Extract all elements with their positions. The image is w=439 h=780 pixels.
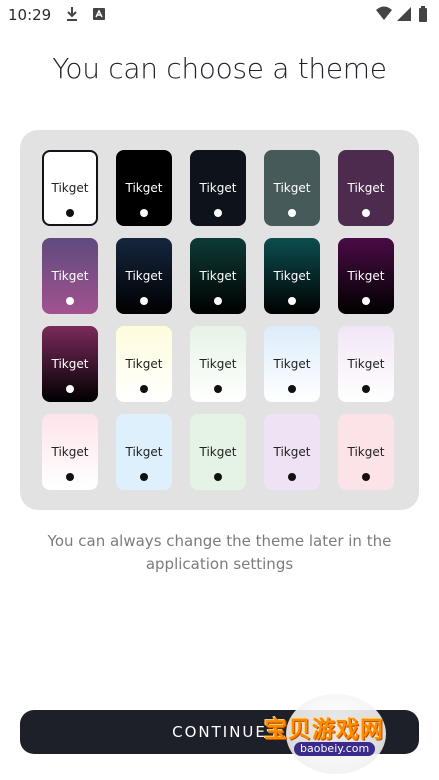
theme-swatch[interactable]: Tikget: [190, 238, 246, 314]
theme-swatch-label: Tikget: [125, 181, 163, 195]
theme-swatch-label: Tikget: [273, 445, 311, 459]
status-time: 10:29: [8, 6, 52, 24]
theme-swatch-dot: [288, 385, 296, 393]
theme-swatch[interactable]: Tikget: [338, 150, 394, 226]
theme-swatch[interactable]: Tikget: [42, 238, 98, 314]
theme-swatch-dot: [214, 385, 222, 393]
theme-swatch-dot: [66, 385, 74, 393]
theme-swatch[interactable]: Tikget: [42, 414, 98, 490]
theme-swatch-label: Tikget: [199, 269, 237, 283]
theme-swatch[interactable]: Tikget: [264, 326, 320, 402]
theme-swatch[interactable]: Tikget: [264, 238, 320, 314]
theme-swatch-dot: [288, 473, 296, 481]
theme-swatch-dot: [288, 297, 296, 305]
theme-swatch-label: Tikget: [125, 269, 163, 283]
theme-swatch[interactable]: Tikget: [190, 326, 246, 402]
theme-swatch-dot: [288, 209, 296, 217]
theme-swatch-dot: [66, 473, 74, 481]
theme-swatch-label: Tikget: [51, 445, 89, 459]
theme-swatch-label: Tikget: [125, 445, 163, 459]
theme-swatch[interactable]: Tikget: [190, 150, 246, 226]
battery-icon: [418, 6, 428, 26]
theme-swatch[interactable]: Tikget: [116, 238, 172, 314]
theme-swatch-dot: [362, 473, 370, 481]
sim-notification-icon: [92, 6, 106, 26]
theme-swatch[interactable]: Tikget: [116, 326, 172, 402]
theme-swatch-label: Tikget: [51, 181, 89, 195]
theme-swatch-label: Tikget: [199, 357, 237, 371]
theme-swatch-label: Tikget: [273, 357, 311, 371]
theme-swatch-label: Tikget: [347, 357, 385, 371]
theme-swatch-dot: [140, 385, 148, 393]
theme-swatch-label: Tikget: [273, 269, 311, 283]
theme-swatch[interactable]: Tikget: [264, 150, 320, 226]
theme-swatch-label: Tikget: [51, 357, 89, 371]
theme-swatch-dot: [214, 473, 222, 481]
theme-swatch-dot: [66, 297, 74, 305]
theme-swatch-dot: [140, 209, 148, 217]
theme-swatch-label: Tikget: [273, 181, 311, 195]
theme-swatch-dot: [214, 297, 222, 305]
theme-swatch[interactable]: Tikget: [116, 150, 172, 226]
theme-swatch-dot: [214, 209, 222, 217]
theme-swatch-label: Tikget: [199, 445, 237, 459]
theme-swatch-dot: [140, 297, 148, 305]
settings-hint: You can always change the theme later in…: [47, 532, 392, 573]
theme-grid: Tikget Tikget Tikget Tikget Tikget Tikget Tikg…: [42, 150, 394, 490]
theme-swatch-dot: [140, 473, 148, 481]
theme-swatch-label: Tikget: [347, 269, 385, 283]
theme-swatch-dot: [66, 209, 74, 217]
wifi-icon: [375, 6, 393, 26]
theme-swatch[interactable]: Tikget: [116, 414, 172, 490]
theme-swatch-dot: [362, 297, 370, 305]
theme-swatch[interactable]: Tikget: [338, 326, 394, 402]
theme-swatch[interactable]: Tikget: [190, 414, 246, 490]
theme-swatch-label: Tikget: [199, 181, 237, 195]
theme-swatch[interactable]: Tikget: [338, 414, 394, 490]
theme-swatch[interactable]: Tikget: [42, 326, 98, 402]
continue-button-label: CONTINUE: [172, 723, 267, 741]
theme-swatch[interactable]: Tikget: [338, 238, 394, 314]
theme-panel: Tikget Tikget Tikget Tikget Tikget Tikget Tikg…: [20, 130, 419, 510]
theme-swatch-label: Tikget: [51, 269, 89, 283]
theme-swatch-label: Tikget: [347, 181, 385, 195]
download-icon: [65, 6, 79, 26]
continue-button[interactable]: CONTINUE: [20, 710, 419, 754]
page-title: You can choose a theme: [52, 52, 387, 85]
theme-swatch-dot: [362, 209, 370, 217]
signal-icon: [396, 6, 412, 26]
theme-swatch-label: Tikget: [125, 357, 163, 371]
status-bar: 10:29: [0, 0, 439, 30]
theme-swatch-label: Tikget: [347, 445, 385, 459]
theme-swatch[interactable]: Tikget: [42, 150, 98, 226]
theme-swatch[interactable]: Tikget: [264, 414, 320, 490]
theme-swatch-dot: [362, 385, 370, 393]
